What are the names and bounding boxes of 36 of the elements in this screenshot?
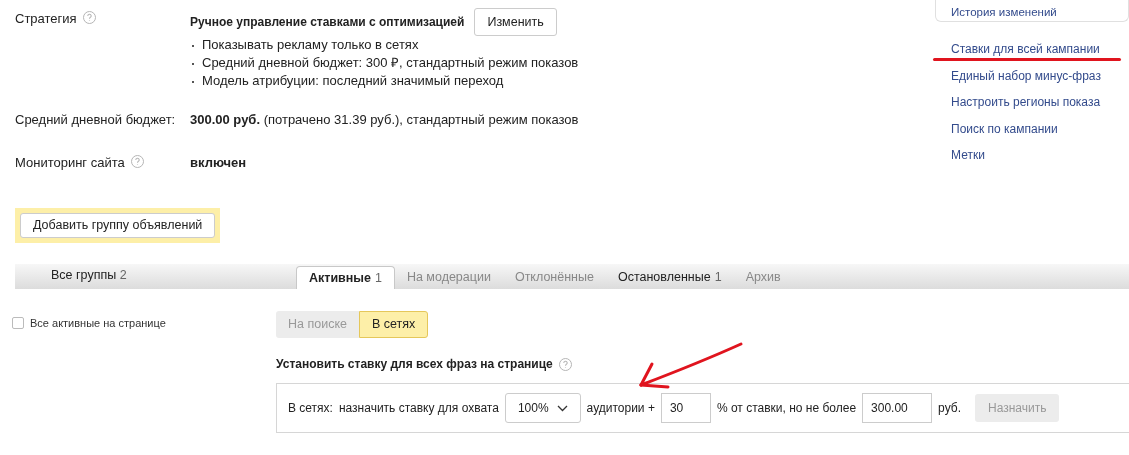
strategy-detail: Средний дневной бюджет: 300 ₽, стандартный режим показов bbox=[202, 54, 579, 72]
budget-value: 300.00 руб. (потрачено 31.39 руб.), стандартный режим показов bbox=[190, 111, 579, 129]
max-bid-input[interactable]: 300.00 bbox=[862, 393, 933, 423]
add-group-button[interactable]: Добавить группу объявлений bbox=[20, 213, 216, 238]
filter-tab[interactable]: Остановленные 1 bbox=[605, 266, 734, 289]
form-text: аудитории + bbox=[586, 400, 655, 417]
filter-tab[interactable]: Активные 1 bbox=[296, 266, 395, 289]
side-link[interactable]: Метки bbox=[951, 148, 985, 162]
help-icon[interactable] bbox=[82, 11, 96, 24]
change-button[interactable]: Изменить bbox=[474, 8, 557, 36]
side-link[interactable]: Настроить регионы показа bbox=[951, 95, 1101, 109]
side-link[interactable]: Поиск по кампании bbox=[951, 121, 1058, 136]
side-link[interactable]: Единый набор минус-фраз bbox=[951, 68, 1101, 83]
percent-input[interactable]: 30 bbox=[660, 393, 711, 423]
form-text: руб. bbox=[938, 400, 961, 417]
checkbox[interactable] bbox=[12, 317, 24, 329]
coverage-dropdown[interactable]: 100% bbox=[504, 393, 581, 423]
field-label: Мониторинг сайта bbox=[15, 154, 125, 170]
form-text: В сетях: bbox=[288, 400, 333, 417]
field-label: Средний дневной бюджет: bbox=[15, 111, 177, 129]
strategy-detail: Модель атрибуции: последний значимый переход bbox=[202, 72, 504, 90]
checkbox-label: Все активные на странице bbox=[30, 317, 166, 329]
chevron-down-icon bbox=[556, 404, 568, 412]
side-link[interactable]: Ставки для всей кампании bbox=[951, 42, 1100, 56]
monitoring-value: включен bbox=[190, 153, 247, 172]
help-icon[interactable] bbox=[558, 357, 572, 371]
all-groups-tab[interactable]: Все группы 2 bbox=[51, 266, 296, 285]
strategy-detail: Показывать рекламу только в сетях bbox=[202, 36, 419, 54]
form-text: назначить ставку для охвата bbox=[338, 400, 499, 417]
form-text: % от ставки, но не более bbox=[716, 400, 857, 417]
help-icon[interactable] bbox=[130, 154, 144, 168]
strategy-title: Ручное управление ставками с оптимизацией bbox=[190, 14, 465, 31]
history-link[interactable]: История изменений bbox=[951, 5, 1057, 19]
placement-toggle[interactable]: В сетях bbox=[358, 311, 429, 338]
bid-heading: Установить ставку для всех фраз на странице bbox=[276, 356, 553, 373]
field-label: Стратегия bbox=[15, 11, 77, 26]
